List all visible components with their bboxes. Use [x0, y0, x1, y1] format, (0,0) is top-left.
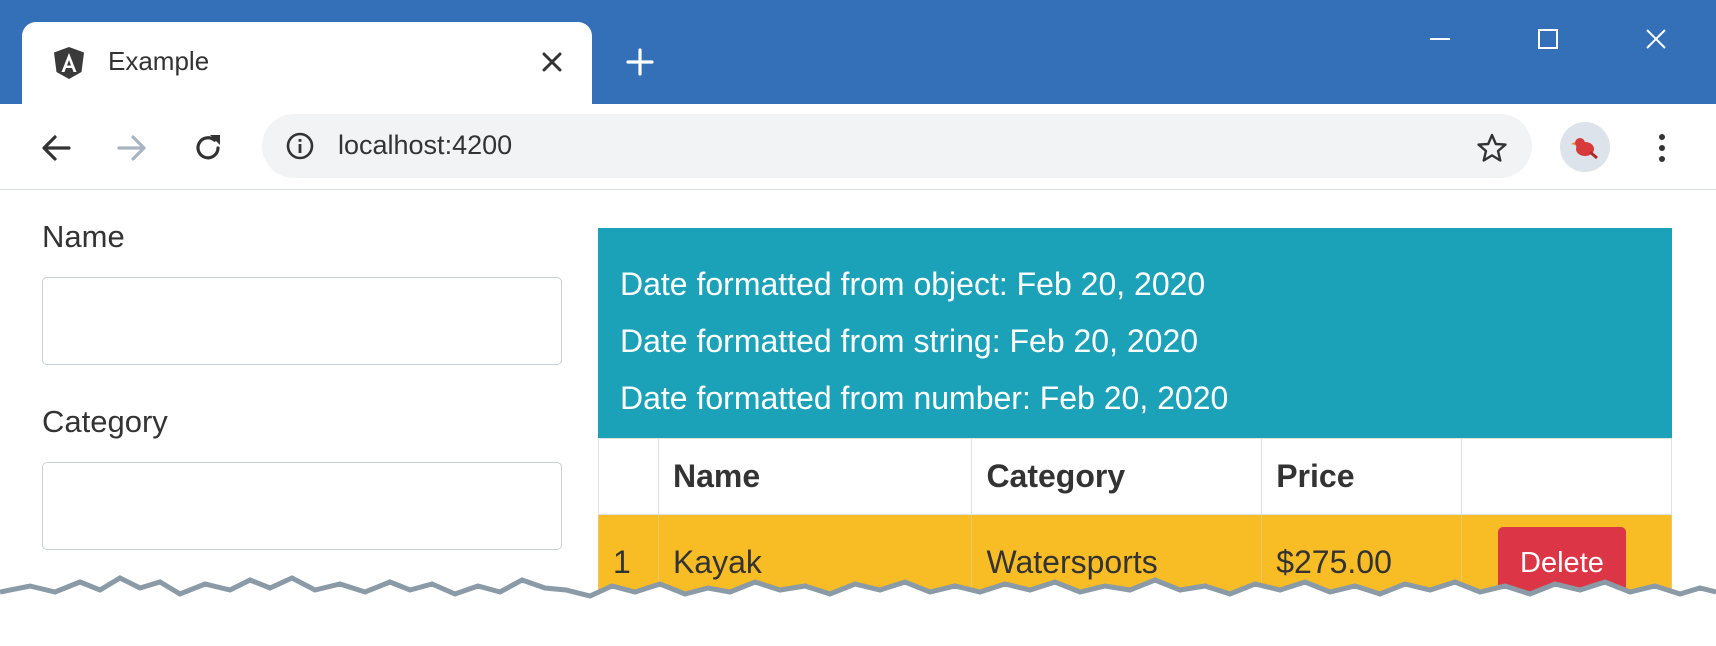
info-icon[interactable]	[282, 128, 318, 164]
browser-tab[interactable]: Example	[22, 22, 592, 104]
kebab-menu-icon	[1659, 134, 1665, 162]
new-tab-button[interactable]	[618, 40, 662, 84]
table-row: 1 Kayak Watersports $275.00 Delete	[598, 514, 1672, 611]
row-action-cell: Delete	[1461, 514, 1672, 611]
page-content: Name Category Date formatted from object…	[0, 191, 1716, 646]
date-from-object: Date formatted from object: Feb 20, 2020	[620, 266, 1206, 302]
header-name: Name	[657, 438, 973, 515]
plus-icon	[626, 48, 654, 76]
header-category: Category	[971, 438, 1263, 515]
header-action	[1461, 438, 1672, 515]
close-icon	[1646, 29, 1666, 49]
profile-avatar[interactable]	[1560, 122, 1610, 172]
tab-title: Example	[108, 46, 210, 76]
category-label: Category	[42, 404, 168, 439]
delete-button[interactable]: Delete	[1498, 526, 1626, 599]
row-price: $275.00	[1261, 514, 1463, 611]
row-category: Watersports	[971, 514, 1263, 611]
browser-menu-button[interactable]	[1640, 124, 1684, 172]
maximize-button[interactable]	[1518, 14, 1578, 64]
forward-button[interactable]	[108, 124, 156, 172]
profile-bird-icon	[1571, 138, 1598, 160]
back-icon	[42, 135, 71, 161]
products-table: Name Category Price 1 Kayak Watersports …	[598, 438, 1672, 611]
reload-button[interactable]	[184, 124, 232, 172]
table-header-row: Name Category Price	[598, 438, 1672, 515]
angular-icon	[52, 46, 86, 80]
forward-icon	[117, 135, 146, 161]
header-price: Price	[1261, 438, 1463, 515]
name-input[interactable]	[42, 277, 562, 365]
title-bar: Example	[0, 0, 1716, 104]
date-from-number: Date formatted from number: Feb 20, 2020	[620, 380, 1229, 416]
maximize-icon	[1538, 29, 1558, 49]
url-text[interactable]: localhost:4200	[338, 132, 512, 159]
row-name: Kayak	[657, 514, 973, 611]
category-input[interactable]	[42, 462, 562, 550]
name-label: Name	[42, 219, 125, 254]
date-info-panel: Date formatted from object: Feb 20, 2020…	[598, 228, 1672, 438]
browser-toolbar: localhost:4200	[0, 104, 1716, 190]
header-index	[598, 438, 659, 515]
date-from-string: Date formatted from string: Feb 20, 2020	[620, 323, 1199, 359]
address-bar[interactable]: localhost:4200	[262, 114, 1532, 178]
minimize-button[interactable]	[1410, 14, 1470, 64]
row-index: 1	[598, 514, 659, 611]
reload-icon	[196, 135, 220, 160]
back-button[interactable]	[32, 124, 80, 172]
close-icon[interactable]	[532, 42, 572, 82]
minimize-icon	[1430, 38, 1450, 40]
star-icon[interactable]	[1472, 128, 1512, 168]
window-close-button[interactable]	[1626, 14, 1686, 64]
browser-window: Example localhost:4200 Name Category Dat…	[0, 0, 1716, 646]
